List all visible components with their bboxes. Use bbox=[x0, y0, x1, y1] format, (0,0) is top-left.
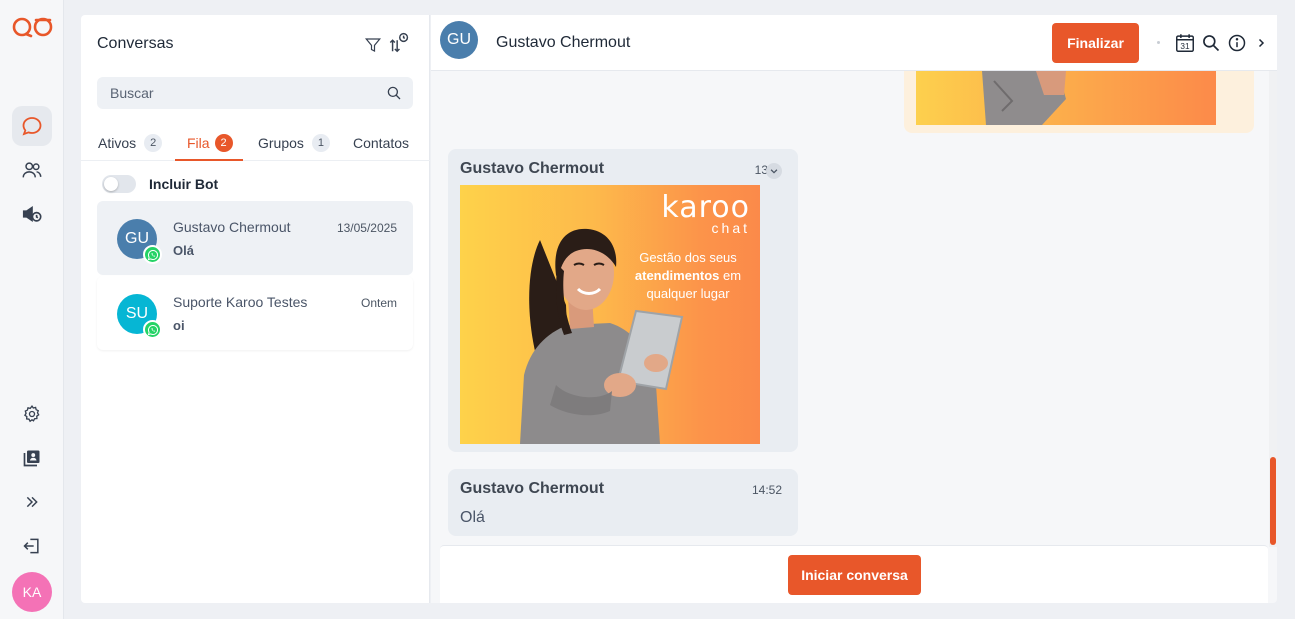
nav-contacts[interactable] bbox=[12, 150, 52, 190]
brand-name: karoo bbox=[661, 190, 750, 225]
search-icon[interactable] bbox=[385, 84, 403, 102]
tab-label: Fila bbox=[187, 135, 210, 151]
filter-icon bbox=[364, 38, 382, 52]
message-sender: Gustavo Chermout bbox=[460, 480, 605, 497]
logout-icon bbox=[23, 538, 39, 554]
nav-logout[interactable] bbox=[12, 526, 52, 566]
nav-settings[interactable] bbox=[12, 394, 52, 434]
calendar-icon: 31 bbox=[1176, 34, 1194, 52]
scrollbar-thumb[interactable] bbox=[1270, 457, 1276, 545]
include-bot-toggle[interactable] bbox=[102, 175, 136, 193]
chat-icon bbox=[22, 117, 42, 136]
karoo-logo[interactable] bbox=[12, 14, 54, 40]
conversations-panel: Conversas Ativos 2 Fila 2 Grupos 1 Co bbox=[81, 15, 430, 603]
tagline-line-2: em bbox=[723, 268, 742, 283]
message-date: Ontem bbox=[360, 296, 397, 310]
reports-icon bbox=[23, 450, 40, 467]
start-conversation-button[interactable]: Iniciar conversa bbox=[788, 555, 921, 595]
chevron-down-icon bbox=[770, 169, 778, 174]
message-bubble: Gustavo Chermout 13 karoo chat Gestão do… bbox=[448, 149, 798, 452]
message-image[interactable] bbox=[916, 71, 1216, 125]
tab-label: Grupos bbox=[258, 135, 304, 151]
search-button[interactable] bbox=[1200, 32, 1222, 54]
message-bubble: Gustavo Chermout 14:52 Olá bbox=[448, 469, 798, 536]
tab-label: Contatos bbox=[353, 135, 410, 151]
tagline-bold: atendimentos bbox=[634, 268, 720, 283]
calendar-button[interactable]: 31 bbox=[1174, 32, 1196, 54]
message-sender: Gustavo Chermout bbox=[460, 160, 605, 177]
gear-icon bbox=[24, 404, 40, 423]
whatsapp-icon bbox=[143, 245, 162, 264]
separator-dot bbox=[1157, 41, 1160, 44]
message-menu-button[interactable] bbox=[766, 163, 782, 179]
expand-panel-button[interactable] bbox=[1250, 32, 1272, 54]
sort-button[interactable] bbox=[388, 32, 410, 54]
tab-count-badge: 2 bbox=[214, 134, 233, 152]
composer-area: Iniciar conversa bbox=[440, 545, 1268, 603]
search-input[interactable] bbox=[97, 77, 413, 109]
search-icon bbox=[1203, 35, 1220, 52]
brand-watermark: karoo chat bbox=[661, 190, 750, 236]
conversation-item[interactable]: SU Suporte Karoo Testes oi Ontem bbox=[97, 276, 413, 350]
nav-chat[interactable] bbox=[12, 106, 52, 146]
contact-name[interactable]: Gustavo Chermout bbox=[496, 34, 630, 52]
user-avatar[interactable]: KA bbox=[12, 572, 52, 612]
svg-text:31: 31 bbox=[1180, 42, 1190, 51]
tab-fila[interactable]: Fila 2 bbox=[175, 131, 243, 161]
info-icon bbox=[1228, 34, 1246, 52]
tab-label: Ativos bbox=[98, 135, 137, 151]
search-bar bbox=[97, 77, 413, 109]
message-bubble-outgoing bbox=[904, 71, 1254, 133]
chat-panel: GU Gustavo Chermout Finalizar 31 Gustavo… bbox=[431, 15, 1277, 603]
conversation-item[interactable]: GU Gustavo Chermout Olá 13/05/2025 bbox=[97, 201, 413, 275]
message-text: Olá bbox=[460, 509, 485, 526]
tab-count-badge: 2 bbox=[144, 134, 163, 152]
last-message: oi bbox=[173, 318, 185, 333]
contact-avatar[interactable]: GU bbox=[440, 21, 478, 59]
finalize-button[interactable]: Finalizar bbox=[1052, 23, 1139, 63]
nav-rail: KA bbox=[0, 0, 64, 619]
nav-campaigns[interactable] bbox=[12, 194, 52, 234]
tab-ativos[interactable]: Ativos 2 bbox=[98, 131, 163, 161]
filter-button[interactable] bbox=[362, 34, 384, 56]
tagline-line-1: Gestão dos seus bbox=[639, 250, 737, 265]
toggle-knob bbox=[104, 177, 118, 191]
tagline-line-3: qualquer lugar bbox=[646, 286, 730, 301]
whatsapp-icon bbox=[143, 320, 162, 339]
contacts-icon bbox=[22, 162, 42, 178]
sort-time-icon bbox=[389, 32, 409, 53]
message-date: 13/05/2025 bbox=[336, 221, 397, 235]
include-bot-label: Incluir Bot bbox=[149, 176, 219, 192]
nav-expand[interactable] bbox=[12, 482, 52, 522]
tab-grupos[interactable]: Grupos 1 bbox=[258, 131, 330, 161]
tab-count-badge: 1 bbox=[311, 134, 330, 152]
campaign-icon bbox=[22, 206, 42, 222]
contact-name: Gustavo Chermout bbox=[173, 219, 291, 235]
conversations-title: Conversas bbox=[97, 35, 174, 52]
info-button[interactable] bbox=[1226, 32, 1248, 54]
woman-photo-fragment bbox=[982, 71, 1066, 125]
tab-contatos[interactable]: Contatos bbox=[353, 131, 409, 161]
chevron-right-icon bbox=[1258, 38, 1265, 48]
conversation-tabs: Ativos 2 Fila 2 Grupos 1 Contatos bbox=[81, 131, 430, 161]
promo-tagline: Gestão dos seus atendimentos em qualquer… bbox=[628, 249, 748, 303]
expand-icon bbox=[26, 496, 38, 508]
message-image[interactable]: karoo chat Gestão dos seus atendimentos … bbox=[460, 185, 760, 444]
chat-header: GU Gustavo Chermout Finalizar 31 bbox=[431, 15, 1277, 71]
last-message: Olá bbox=[173, 243, 194, 258]
message-time: 14:52 bbox=[751, 483, 782, 497]
contact-name: Suporte Karoo Testes bbox=[173, 294, 308, 310]
include-bot-row: Incluir Bot bbox=[102, 175, 218, 193]
nav-reports[interactable] bbox=[12, 438, 52, 478]
